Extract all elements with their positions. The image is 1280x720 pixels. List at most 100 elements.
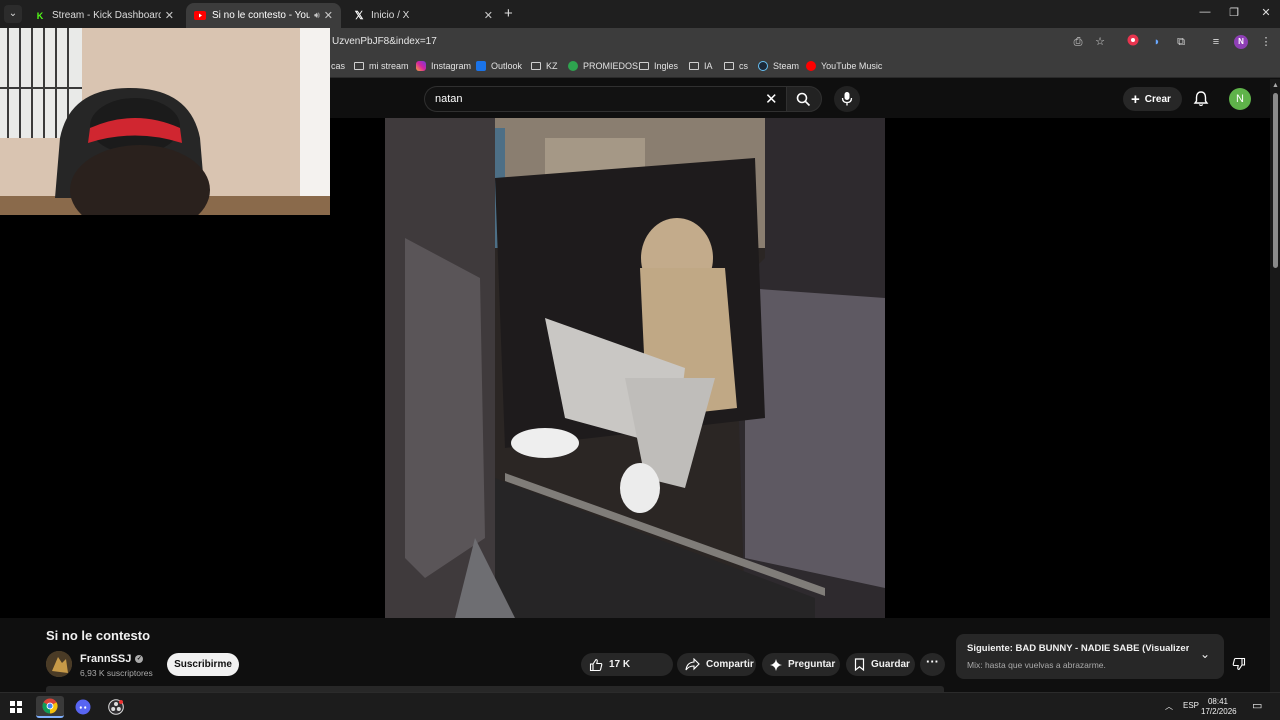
url-field[interactable]: UzvenPbJF8&index=17 xyxy=(332,36,437,47)
up-next-subtitle: Mix: hasta que vuelvas a abrazarme. xyxy=(967,660,1106,670)
create-button[interactable]: + Crear xyxy=(1123,87,1182,111)
video-info: Si no le contesto FrannSSJ ✓ 6,93 K susc… xyxy=(0,618,1270,690)
verified-icon: ✓ xyxy=(135,655,144,663)
like-button[interactable]: 17 K xyxy=(581,653,1246,676)
bookmark-item[interactable]: Instagram xyxy=(416,61,471,71)
bookmark-item[interactable]: Outlook xyxy=(476,61,522,71)
close-tab-icon[interactable]: ✕ xyxy=(165,9,174,22)
video-thumbnail-image xyxy=(385,118,885,618)
taskbar-chrome[interactable] xyxy=(36,696,64,718)
new-tab-icon[interactable]: + xyxy=(504,5,513,22)
subscribe-button[interactable]: Suscribirme xyxy=(167,653,239,676)
thumbs-up-icon xyxy=(589,658,603,671)
bookmark-item[interactable]: cas xyxy=(331,61,345,71)
close-tab-icon[interactable]: ✕ xyxy=(484,9,493,22)
tab-kick-dashboard[interactable]: K Stream - Kick Dashboard ✕ xyxy=(26,3,182,28)
tab-title: Inicio / X xyxy=(371,10,410,21)
install-app-icon[interactable]: ⎙ xyxy=(1070,34,1086,50)
search-button[interactable] xyxy=(786,86,822,112)
bookmark-item[interactable]: Ingles xyxy=(639,61,678,71)
folder-icon xyxy=(689,62,699,70)
kick-icon: K xyxy=(36,10,44,21)
menu-icon[interactable]: ⋮ xyxy=(1258,34,1274,50)
folder-icon xyxy=(724,62,734,70)
save-label: Guardar xyxy=(871,659,910,670)
plus-icon: + xyxy=(1131,90,1140,108)
up-next-title: Siguiente: BAD BUNNY - NADIE SABE (Visua… xyxy=(967,643,1189,654)
account-avatar[interactable]: N xyxy=(1229,88,1251,110)
bookmark-label: KZ xyxy=(546,61,558,71)
like-count: 17 K xyxy=(609,659,631,670)
instagram-icon xyxy=(416,61,426,71)
share-icon xyxy=(685,658,700,671)
clock-time: 08:41 xyxy=(1207,697,1229,706)
extension-record-icon[interactable] xyxy=(1125,34,1141,50)
bookmark-item[interactable]: mi stream xyxy=(354,61,409,71)
promiedos-icon xyxy=(568,61,578,71)
close-tab-icon[interactable]: ✕ xyxy=(324,9,333,22)
x-icon: 𝕏 xyxy=(354,10,364,22)
ask-button[interactable]: Preguntar xyxy=(762,653,840,676)
folder-icon xyxy=(354,62,364,70)
restore-icon[interactable]: ❐ xyxy=(1224,6,1244,19)
tray-overflow-icon[interactable]: ︿ xyxy=(1165,701,1173,712)
extension-audio-icon[interactable]: ◗ xyxy=(1149,34,1165,50)
ask-label: Preguntar xyxy=(788,659,836,670)
notifications-bell-icon[interactable] xyxy=(1192,90,1210,108)
obs-icon xyxy=(108,699,124,715)
share-button[interactable]: Compartir xyxy=(677,653,756,676)
bookmark-item[interactable]: cs xyxy=(724,61,748,71)
windows-start-icon[interactable] xyxy=(10,701,22,713)
more-actions-button[interactable]: ··· xyxy=(920,653,945,676)
bookmark-star-icon[interactable]: ☆ xyxy=(1092,34,1108,50)
notifications-icon[interactable]: ▭ xyxy=(1252,699,1262,712)
tab-search-icon[interactable]: ⌄ xyxy=(4,5,22,23)
bookmark-label: Ingles xyxy=(654,61,679,71)
search-query: natan xyxy=(435,93,463,105)
sparkle-icon xyxy=(770,658,782,671)
taskbar-obs[interactable] xyxy=(102,696,130,718)
extensions-icon[interactable]: ⧉ xyxy=(1173,34,1189,50)
bookmark-label: Instagram xyxy=(431,61,472,71)
save-button[interactable]: Guardar xyxy=(846,653,915,676)
speaker-icon[interactable]: 🔊︎ xyxy=(314,10,320,21)
clear-search-icon[interactable]: ✕ xyxy=(765,90,778,108)
folder-icon xyxy=(531,62,541,70)
profile-avatar[interactable]: N xyxy=(1234,35,1248,49)
share-label: Compartir xyxy=(706,659,754,670)
system-clock[interactable]: 08:41 17/2/2026 xyxy=(1201,697,1237,717)
search-icon xyxy=(796,92,811,107)
channel-name[interactable]: FrannSSJ ✓ xyxy=(80,653,144,665)
minimize-icon[interactable]: — xyxy=(1195,6,1215,18)
voice-search-button[interactable] xyxy=(834,86,860,112)
tab-title: Stream - Kick Dashboard xyxy=(52,10,161,21)
youtube-icon xyxy=(194,10,206,22)
channel-avatar[interactable] xyxy=(46,651,72,677)
bookmark-label: PROMIEDOS xyxy=(583,61,639,71)
bookmark-label: YouTube Music xyxy=(821,61,883,71)
bookmark-item[interactable]: Steam xyxy=(758,61,799,71)
bookmark-item[interactable]: KZ xyxy=(531,61,558,71)
up-next-prefix: Siguiente: xyxy=(967,643,1013,654)
search-input[interactable]: natan ✕ xyxy=(424,86,786,112)
bookmark-label: Steam xyxy=(773,61,800,71)
bookmark-item[interactable]: IA xyxy=(689,61,713,71)
tab-youtube[interactable]: Si no le contesto - YouTube 🔊︎ ✕ xyxy=(186,3,341,28)
language-indicator[interactable]: ESP xyxy=(1183,701,1199,710)
taskbar-discord[interactable] xyxy=(69,696,97,718)
tab-x-home[interactable]: 𝕏 Inicio / X ✕ xyxy=(345,3,501,28)
scroll-up-icon[interactable]: ▲ xyxy=(1272,82,1279,89)
up-next-card[interactable]: Siguiente: BAD BUNNY - NADIE SABE (Visua… xyxy=(956,634,1224,679)
page-scrollbar[interactable]: ▲ xyxy=(1270,79,1280,699)
bookmark-label: mi stream xyxy=(369,61,409,71)
thumbs-down-icon[interactable] xyxy=(1232,657,1246,671)
chevron-down-icon[interactable]: ⌄ xyxy=(1200,647,1210,661)
bookmark-item[interactable]: PROMIEDOS xyxy=(568,61,638,71)
channel-name-text: FrannSSJ xyxy=(80,653,132,665)
scrollbar-thumb[interactable] xyxy=(1273,93,1278,268)
bookmark-item[interactable]: YouTube Music xyxy=(806,61,882,71)
video-frame[interactable] xyxy=(385,118,885,618)
bookmark-label: IA xyxy=(704,61,713,71)
close-window-icon[interactable]: ✕ xyxy=(1256,6,1276,19)
media-control-icon[interactable]: ≡ xyxy=(1208,34,1224,50)
